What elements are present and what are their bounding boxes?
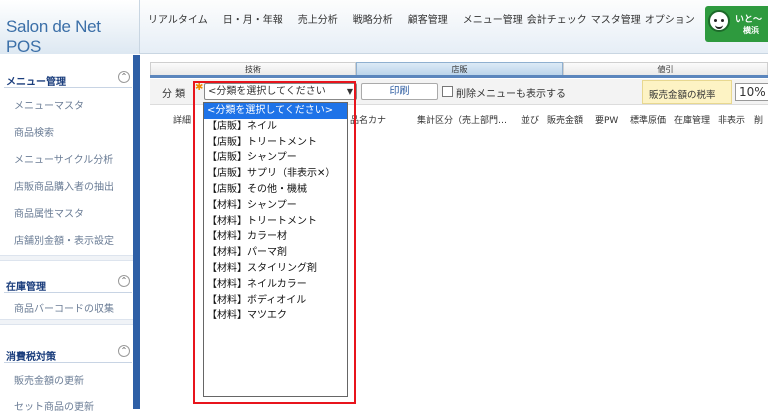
app-logo-text: Salon de Net POS bbox=[6, 17, 101, 56]
column-header-password[interactable]: 要PW bbox=[595, 113, 618, 126]
show-deleted-checkbox[interactable] bbox=[442, 86, 453, 97]
nav-realtime[interactable]: リアルタイム bbox=[148, 11, 208, 26]
tab-bar: 技術 店販 値引 bbox=[150, 62, 768, 76]
nav-strategy-analysis[interactable]: 戦略分析 bbox=[353, 11, 393, 26]
top-nav: リアルタイム 日・月・年報 売上分析 戦略分析 顧客管理 メニュー管理 会計チェ… bbox=[148, 11, 710, 26]
category-dropdown-list[interactable]: <分類を選択してください> 【店販】ネイル 【店販】トリートメント 【店販】シャ… bbox=[203, 102, 348, 397]
nav-options[interactable]: オプション bbox=[645, 11, 695, 26]
dropdown-option[interactable]: 【店販】シャンプー bbox=[204, 150, 347, 166]
sidebar-item-product-attributes[interactable]: 商品属性マスタ bbox=[14, 205, 84, 220]
column-header-hidden[interactable]: 非表示 bbox=[718, 113, 745, 126]
dropdown-option[interactable]: 【材料】スタイリング剤 bbox=[204, 261, 347, 277]
tab-retail[interactable]: 店販 bbox=[356, 62, 563, 76]
tab-technique[interactable]: 技術 bbox=[150, 62, 356, 76]
dropdown-option[interactable]: 【材料】ボディオイル bbox=[204, 293, 347, 309]
show-deleted-label[interactable]: 削除メニューも表示する bbox=[456, 85, 566, 100]
nav-sales-analysis[interactable]: 売上分析 bbox=[298, 11, 338, 26]
dropdown-option[interactable]: <分類を選択してください> bbox=[204, 103, 347, 119]
dropdown-option[interactable]: 【店販】その他・機械 bbox=[204, 182, 347, 198]
column-header-stock[interactable]: 在庫管理 bbox=[674, 113, 710, 126]
dropdown-option[interactable]: 【材料】カラー材 bbox=[204, 229, 347, 245]
dropdown-option[interactable]: 【材料】ネイルカラー bbox=[204, 277, 347, 293]
divider bbox=[4, 87, 132, 88]
dropdown-option[interactable]: 【材料】マツエク bbox=[204, 308, 347, 324]
user-badge[interactable]: いと～ 横浜 bbox=[705, 6, 768, 42]
sidebar-item-purchaser-extract[interactable]: 店販商品購入者の抽出 bbox=[14, 178, 114, 193]
user-store: 横浜 bbox=[743, 26, 759, 35]
sidebar: メニュー管理 ⌃ メニューマスタ 商品検索 メニューサイクル分析 店販商品購入者… bbox=[0, 55, 133, 413]
nav-accounting-check[interactable]: 会計チェック bbox=[527, 11, 587, 26]
sidebar-item-menu-master[interactable]: メニューマスタ bbox=[14, 97, 84, 112]
collapse-icon[interactable]: ⌃ bbox=[118, 71, 130, 83]
tab-discount[interactable]: 値引 bbox=[563, 62, 768, 76]
collapse-icon[interactable]: ⌃ bbox=[118, 275, 130, 287]
nav-customer-management[interactable]: 顧客管理 bbox=[408, 11, 448, 26]
sidebar-item-menu-cycle[interactable]: メニューサイクル分析 bbox=[14, 151, 113, 166]
nav-reports[interactable]: 日・月・年報 bbox=[223, 11, 283, 26]
column-header-detail[interactable]: 詳細 bbox=[173, 113, 191, 126]
sidebar-item-barcode-collect[interactable]: 商品バーコードの収集 bbox=[14, 300, 114, 315]
column-header-category[interactable]: 集計区分（売上部門… bbox=[417, 113, 507, 126]
tab-underline bbox=[150, 75, 768, 78]
avatar-icon bbox=[708, 10, 730, 32]
column-header-order[interactable]: 並び bbox=[521, 113, 539, 126]
nav-master-management[interactable]: マスタ管理 bbox=[591, 11, 641, 26]
sidebar-item-set-product-update[interactable]: セット商品の更新 bbox=[14, 398, 94, 413]
sidebar-section-menu-title[interactable]: メニュー管理 bbox=[6, 73, 66, 88]
tax-rate-label: 販売金額の税率 bbox=[642, 80, 732, 104]
print-button[interactable]: 印刷 bbox=[361, 83, 438, 100]
sidebar-section-inventory-title[interactable]: 在庫管理 bbox=[6, 278, 46, 293]
section-separator bbox=[0, 255, 133, 261]
dropdown-option[interactable]: 【店販】ネイル bbox=[204, 119, 347, 135]
dropdown-option[interactable]: 【材料】パーマ剤 bbox=[204, 245, 347, 261]
dropdown-option[interactable]: 【材料】シャンプー bbox=[204, 198, 347, 214]
dropdown-option[interactable]: 【店販】サプリ（非表示✕） bbox=[204, 166, 347, 182]
sidebar-border bbox=[133, 55, 140, 409]
column-header-delete[interactable]: 削 bbox=[754, 113, 763, 126]
dropdown-option[interactable]: 【材料】トリートメント bbox=[204, 214, 347, 230]
sidebar-item-price-update[interactable]: 販売金額の更新 bbox=[14, 372, 84, 387]
divider bbox=[4, 292, 132, 293]
tax-rate-input[interactable]: 10% bbox=[735, 83, 768, 101]
divider bbox=[4, 362, 132, 363]
collapse-icon[interactable]: ⌃ bbox=[118, 345, 130, 357]
column-header-price[interactable]: 販売金額 bbox=[547, 113, 583, 126]
sidebar-item-product-search[interactable]: 商品検索 bbox=[14, 124, 54, 139]
dropdown-option[interactable]: 【店販】トリートメント bbox=[204, 135, 347, 151]
app-logo[interactable]: Salon de Net POS bbox=[0, 0, 140, 56]
column-header-standard-cost[interactable]: 標準原価 bbox=[630, 113, 666, 126]
sidebar-section-tax-title[interactable]: 消費税対策 bbox=[6, 348, 56, 363]
main-content: 技術 店販 値引 分 類 ✱ <分類を選択してください ▼ 印刷 削除メニューも… bbox=[140, 55, 768, 409]
section-separator bbox=[0, 319, 133, 325]
category-label: 分 類 bbox=[162, 89, 186, 100]
sidebar-item-store-price-settings[interactable]: 店舗別金額・表示設定 bbox=[14, 232, 114, 247]
user-name: いと～ bbox=[735, 15, 763, 25]
header: Salon de Net POS リアルタイム 日・月・年報 売上分析 戦略分析… bbox=[0, 0, 768, 56]
nav-menu-management[interactable]: メニュー管理 bbox=[463, 11, 523, 26]
